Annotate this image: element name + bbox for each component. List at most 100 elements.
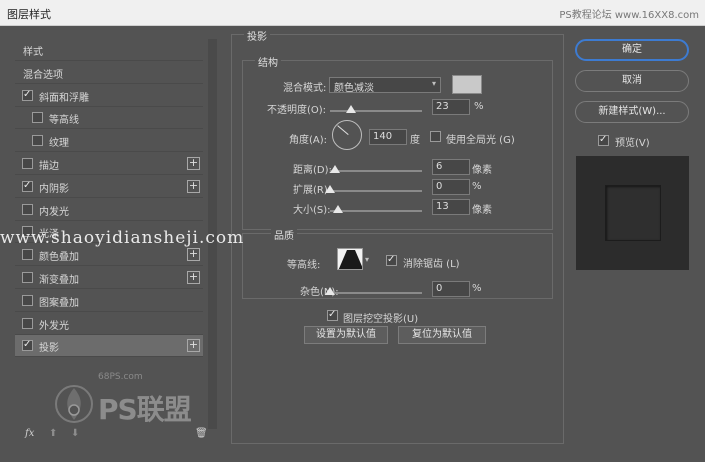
shadow-color-swatch[interactable] bbox=[452, 75, 482, 94]
angle-input[interactable]: 140 bbox=[369, 129, 407, 145]
new-style-button[interactable]: 新建样式(W)... bbox=[575, 101, 689, 123]
opacity-slider-knob[interactable] bbox=[346, 105, 357, 113]
preview-swatch bbox=[605, 185, 661, 241]
section-title: 投影 bbox=[244, 28, 270, 43]
style-item-checkbox[interactable] bbox=[22, 317, 33, 329]
style-preview bbox=[576, 156, 689, 270]
add-effect-plus-icon[interactable]: + bbox=[187, 271, 200, 284]
fx-icon[interactable]: fx bbox=[25, 428, 34, 439]
style-item-checkbox[interactable] bbox=[22, 294, 33, 306]
style-item-label: 外发光 bbox=[39, 320, 69, 332]
window-title: 图层样式 bbox=[7, 8, 51, 21]
style-item[interactable]: 混合选项 bbox=[15, 62, 203, 84]
style-item[interactable]: 投影 + bbox=[15, 335, 203, 358]
distance-slider[interactable] bbox=[329, 165, 422, 173]
size-slider[interactable] bbox=[330, 205, 422, 213]
add-effect-plus-icon[interactable]: + bbox=[187, 248, 200, 262]
spread-slider-knob[interactable] bbox=[325, 185, 335, 193]
opacity-unit: % bbox=[474, 101, 484, 112]
blend-mode-label: 混合模式: bbox=[283, 83, 327, 94]
style-item-checkbox[interactable] bbox=[22, 272, 33, 283]
spread-input[interactable]: 0 bbox=[432, 179, 470, 195]
style-item[interactable]: 内阴影 + bbox=[15, 176, 203, 198]
preview-checkbox[interactable] bbox=[598, 134, 609, 146]
style-item[interactable]: 渐变叠加 + bbox=[15, 267, 203, 289]
noise-slider-knob[interactable] bbox=[325, 287, 335, 295]
style-item-label: 描边 bbox=[39, 161, 59, 172]
noise-slider[interactable] bbox=[325, 287, 422, 295]
chevron-down-icon: ▾ bbox=[431, 79, 436, 88]
logo-site: 68PS.com bbox=[98, 372, 143, 382]
style-item-checkbox[interactable] bbox=[22, 89, 33, 101]
style-item-label: 内阴影 bbox=[39, 183, 69, 195]
angle-label: 角度(A): bbox=[289, 135, 328, 146]
style-item[interactable]: 描边 + bbox=[15, 153, 203, 175]
size-unit: 像素 bbox=[472, 205, 492, 216]
angle-unit: 度 bbox=[410, 135, 420, 146]
style-item-checkbox[interactable] bbox=[32, 112, 43, 124]
distance-unit: 像素 bbox=[472, 165, 492, 176]
make-default-button[interactable]: 设置为默认值 bbox=[304, 326, 388, 344]
antialias-checkbox[interactable] bbox=[386, 254, 397, 266]
style-item[interactable]: 样式 bbox=[15, 39, 203, 61]
style-item[interactable]: 内发光 bbox=[15, 199, 203, 221]
style-item-checkbox[interactable] bbox=[22, 180, 33, 192]
add-effect-plus-icon[interactable]: + bbox=[187, 179, 200, 193]
structure-group: 结构 混合模式: 颜色减淡 ▾ 不透明度(O): 23 % 角度(A): 140… bbox=[242, 54, 553, 230]
distance-label: 距离(D): bbox=[293, 165, 332, 176]
style-item-checkbox[interactable] bbox=[22, 203, 33, 215]
style-item-label: 等高线 bbox=[49, 115, 79, 127]
style-item[interactable]: 纹理 bbox=[15, 130, 203, 153]
style-item[interactable]: 等高线 bbox=[15, 107, 203, 130]
style-item-label: 纹理 bbox=[49, 138, 69, 150]
style-item-label: 斜面和浮雕 bbox=[39, 92, 89, 104]
ok-button[interactable]: 确定 bbox=[575, 39, 689, 61]
noise-input[interactable]: 0 bbox=[432, 281, 470, 297]
style-item-label: 图案叠加 bbox=[39, 297, 79, 309]
reset-default-button[interactable]: 复位为默认值 bbox=[398, 326, 486, 344]
add-effect-plus-icon[interactable]: + bbox=[187, 157, 200, 170]
spread-unit: % bbox=[472, 181, 482, 192]
preview-label: 预览(V) bbox=[615, 138, 650, 149]
antialias-label: 消除锯齿 (L) bbox=[403, 259, 460, 270]
noise-unit: % bbox=[472, 283, 482, 294]
title-bar: 图层样式 PS教程论坛 www.16XX8.com bbox=[0, 0, 705, 26]
opacity-input[interactable]: 23 bbox=[432, 99, 470, 115]
overlay-watermark: www.shaoyidiansheji.com bbox=[0, 228, 245, 248]
style-item-label: 颜色叠加 bbox=[39, 252, 79, 264]
style-item-checkbox[interactable] bbox=[22, 158, 33, 169]
spread-slider[interactable] bbox=[325, 185, 422, 193]
style-item[interactable]: 斜面和浮雕 bbox=[15, 85, 203, 107]
style-item[interactable]: 图案叠加 bbox=[15, 290, 203, 312]
style-item[interactable]: 外发光 bbox=[15, 313, 203, 335]
global-light-checkbox[interactable] bbox=[430, 131, 441, 142]
contour-chevron-icon[interactable]: ▾ bbox=[365, 255, 369, 264]
cancel-button[interactable]: 取消 bbox=[575, 70, 689, 92]
distance-slider-knob[interactable] bbox=[329, 165, 340, 173]
distance-input[interactable]: 6 bbox=[432, 159, 470, 175]
blend-mode-select[interactable]: 颜色减淡 ▾ bbox=[329, 77, 441, 94]
style-item-label: 内发光 bbox=[39, 206, 69, 218]
blend-mode-value: 颜色减淡 bbox=[334, 83, 374, 94]
style-item-checkbox[interactable] bbox=[22, 339, 33, 352]
knockout-checkbox[interactable] bbox=[327, 309, 338, 321]
quality-group: 品质 等高线: ▾ 消除锯齿 (L) 杂色(N): 0 % bbox=[242, 227, 553, 299]
size-input[interactable]: 13 bbox=[432, 199, 470, 215]
global-light-label: 使用全局光 (G) bbox=[446, 135, 515, 146]
angle-dial[interactable] bbox=[332, 120, 362, 150]
structure-title: 结构 bbox=[255, 54, 281, 69]
opacity-label: 不透明度(O): bbox=[267, 105, 327, 116]
add-effect-plus-icon[interactable]: + bbox=[187, 339, 200, 353]
style-item-label: 渐变叠加 bbox=[39, 275, 79, 286]
logo-mark-icon bbox=[55, 385, 93, 423]
ps-union-logo: 68PS.com PS联盟 bbox=[48, 372, 208, 432]
contour-label: 等高线: bbox=[287, 260, 321, 271]
size-label: 大小(S): bbox=[293, 205, 331, 216]
site-watermark: PS教程论坛 www.16XX8.com bbox=[559, 10, 699, 21]
contour-picker[interactable] bbox=[337, 248, 363, 270]
drop-shadow-panel: 投影 结构 混合模式: 颜色减淡 ▾ 不透明度(O): 23 % 角度(A): … bbox=[231, 28, 564, 444]
style-item-checkbox[interactable] bbox=[32, 135, 43, 147]
size-slider-knob[interactable] bbox=[333, 205, 344, 213]
opacity-slider[interactable] bbox=[330, 105, 422, 113]
style-item-checkbox[interactable] bbox=[22, 249, 33, 261]
